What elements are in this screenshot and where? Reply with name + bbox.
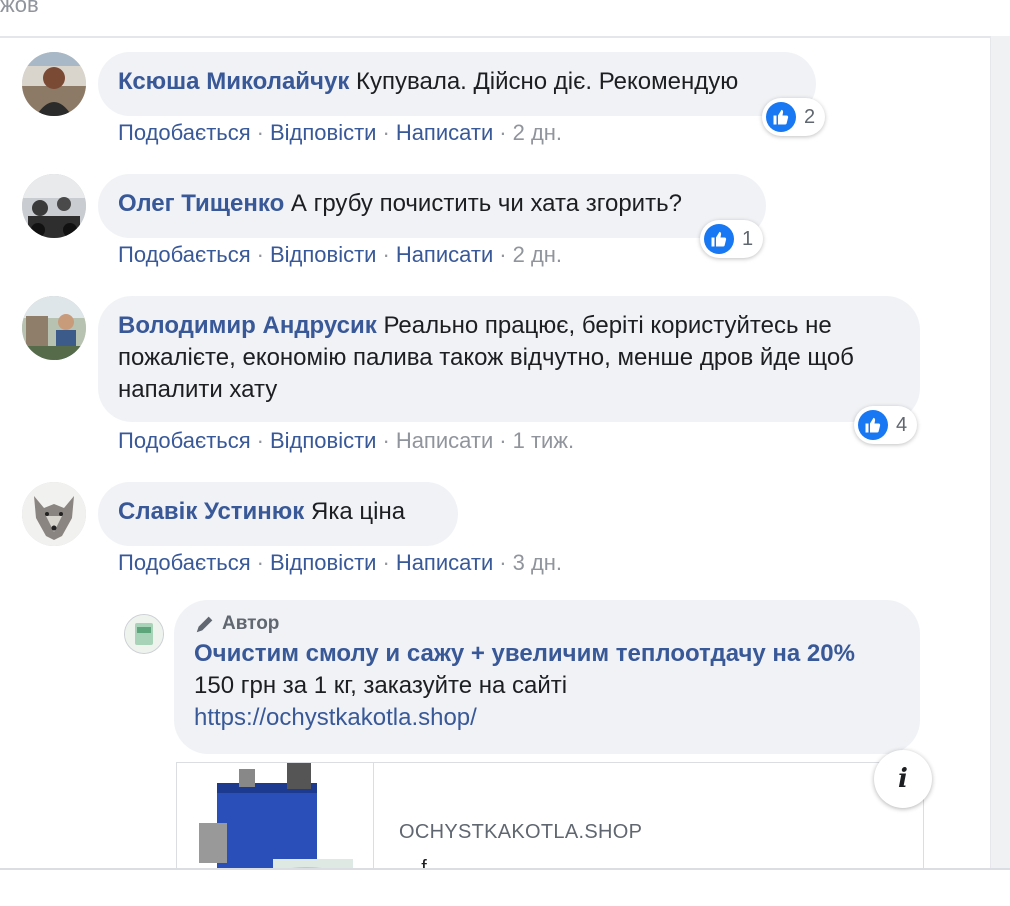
comment-text: Яка ціна (310, 498, 406, 525)
avatar[interactable] (22, 296, 86, 360)
avatar[interactable] (22, 482, 86, 546)
divider (0, 868, 1010, 870)
reply-link[interactable]: Відповісти (270, 242, 377, 267)
reply-url[interactable]: https://ochystkakotla.shop/ (194, 702, 900, 734)
comment-actions: Подобається · Відповісти · Написати · 2 дн. (118, 242, 563, 267)
comment-bubble: Володимир Андрусик Реально працює, беріт… (98, 296, 920, 422)
author-badge: Автор (194, 610, 900, 638)
link-domain: OCHYSTKAKOTLA.SHOP (399, 821, 643, 843)
comment-bubble: Ксюша Миколайчук Купувала. Дійсно діє. Р… (98, 52, 816, 116)
reply-link[interactable]: Відповісти (270, 550, 377, 575)
comment-bubble: Олег Тищенко А грубу почистить чи хата з… (98, 174, 766, 238)
reply-link[interactable]: Відповісти (270, 428, 377, 453)
comment-actions: Подобається · Відповісти · Написати · 3 дн. (118, 550, 563, 575)
comment-actions: Подобається · Відповісти · Написати · 1 тиж. (118, 428, 575, 453)
message-link[interactable]: Написати (396, 428, 493, 453)
reply-body: Очистим смолу и сажу + увеличим теплоотд… (194, 638, 900, 702)
link-preview-image[interactable] (177, 763, 374, 868)
reaction-count-text: 1 (742, 227, 754, 250)
reply-link[interactable]: Відповісти (270, 120, 377, 145)
comment-time[interactable]: 1 тиж. (513, 428, 575, 453)
reply-url-text[interactable]: https://ochystkakotla.shop/ (194, 704, 477, 731)
reply-bubble: Автор Очистим смолу и сажу + увеличим те… (174, 600, 920, 754)
comment-time[interactable]: 3 дн. (513, 550, 562, 575)
comment-time[interactable]: 2 дн. (513, 120, 562, 145)
pencil-icon (196, 616, 213, 633)
comment-time[interactable]: 2 дн. (513, 242, 562, 267)
comment-bubble: Славік Устинюк Яка ціна (98, 482, 458, 546)
comment-actions: Подобається · Відповісти · Написати · 2 дн. (118, 120, 563, 145)
comment-author[interactable]: Славік Устинюк (118, 498, 304, 525)
truncated-header-text: жов (0, 0, 39, 17)
author-badge-label: Автор (222, 613, 280, 634)
comment-author[interactable]: Ксюша Миколайчук (118, 68, 349, 95)
like-link[interactable]: Подобається (118, 550, 251, 575)
comment-text: А грубу почистить чи хата згорить? (290, 190, 682, 217)
comment-author[interactable]: Володимир Андрусик (118, 312, 377, 339)
reaction-count-text: 4 (896, 413, 908, 436)
comment-author[interactable]: Олег Тищенко (118, 190, 284, 217)
info-button[interactable]: i (874, 750, 932, 808)
link-title-partial: ... f ... (399, 857, 450, 868)
like-icon (704, 224, 734, 254)
message-link[interactable]: Написати (396, 120, 493, 145)
reply-headline-link[interactable]: Очистим смолу и сажу + увеличим теплоотд… (194, 640, 855, 667)
comment-text: Купувала. Дійсно діє. Рекомендую (356, 68, 739, 95)
like-icon (858, 410, 888, 440)
like-link[interactable]: Подобається (118, 120, 251, 145)
like-icon (766, 102, 796, 132)
reaction-count-text: 2 (804, 105, 816, 128)
reaction-count[interactable]: 1 (700, 220, 764, 258)
reaction-count[interactable]: 4 (854, 406, 918, 444)
message-link[interactable]: Написати (396, 242, 493, 267)
message-link[interactable]: Написати (396, 550, 493, 575)
like-link[interactable]: Подобається (118, 242, 251, 267)
page-avatar[interactable] (124, 614, 164, 654)
divider (0, 36, 990, 38)
link-preview-card[interactable]: OCHYSTKAKOTLA.SHOP ... f ... (176, 762, 924, 868)
avatar[interactable] (22, 52, 86, 116)
author-reply: Автор Очистим смолу и сажу + увеличим те… (120, 600, 1000, 868)
reply-text: 150 грн за 1 кг, заказуйте на сайті (194, 672, 568, 699)
avatar[interactable] (22, 174, 86, 238)
like-link[interactable]: Подобається (118, 428, 251, 453)
reaction-count[interactable]: 2 (762, 98, 826, 136)
